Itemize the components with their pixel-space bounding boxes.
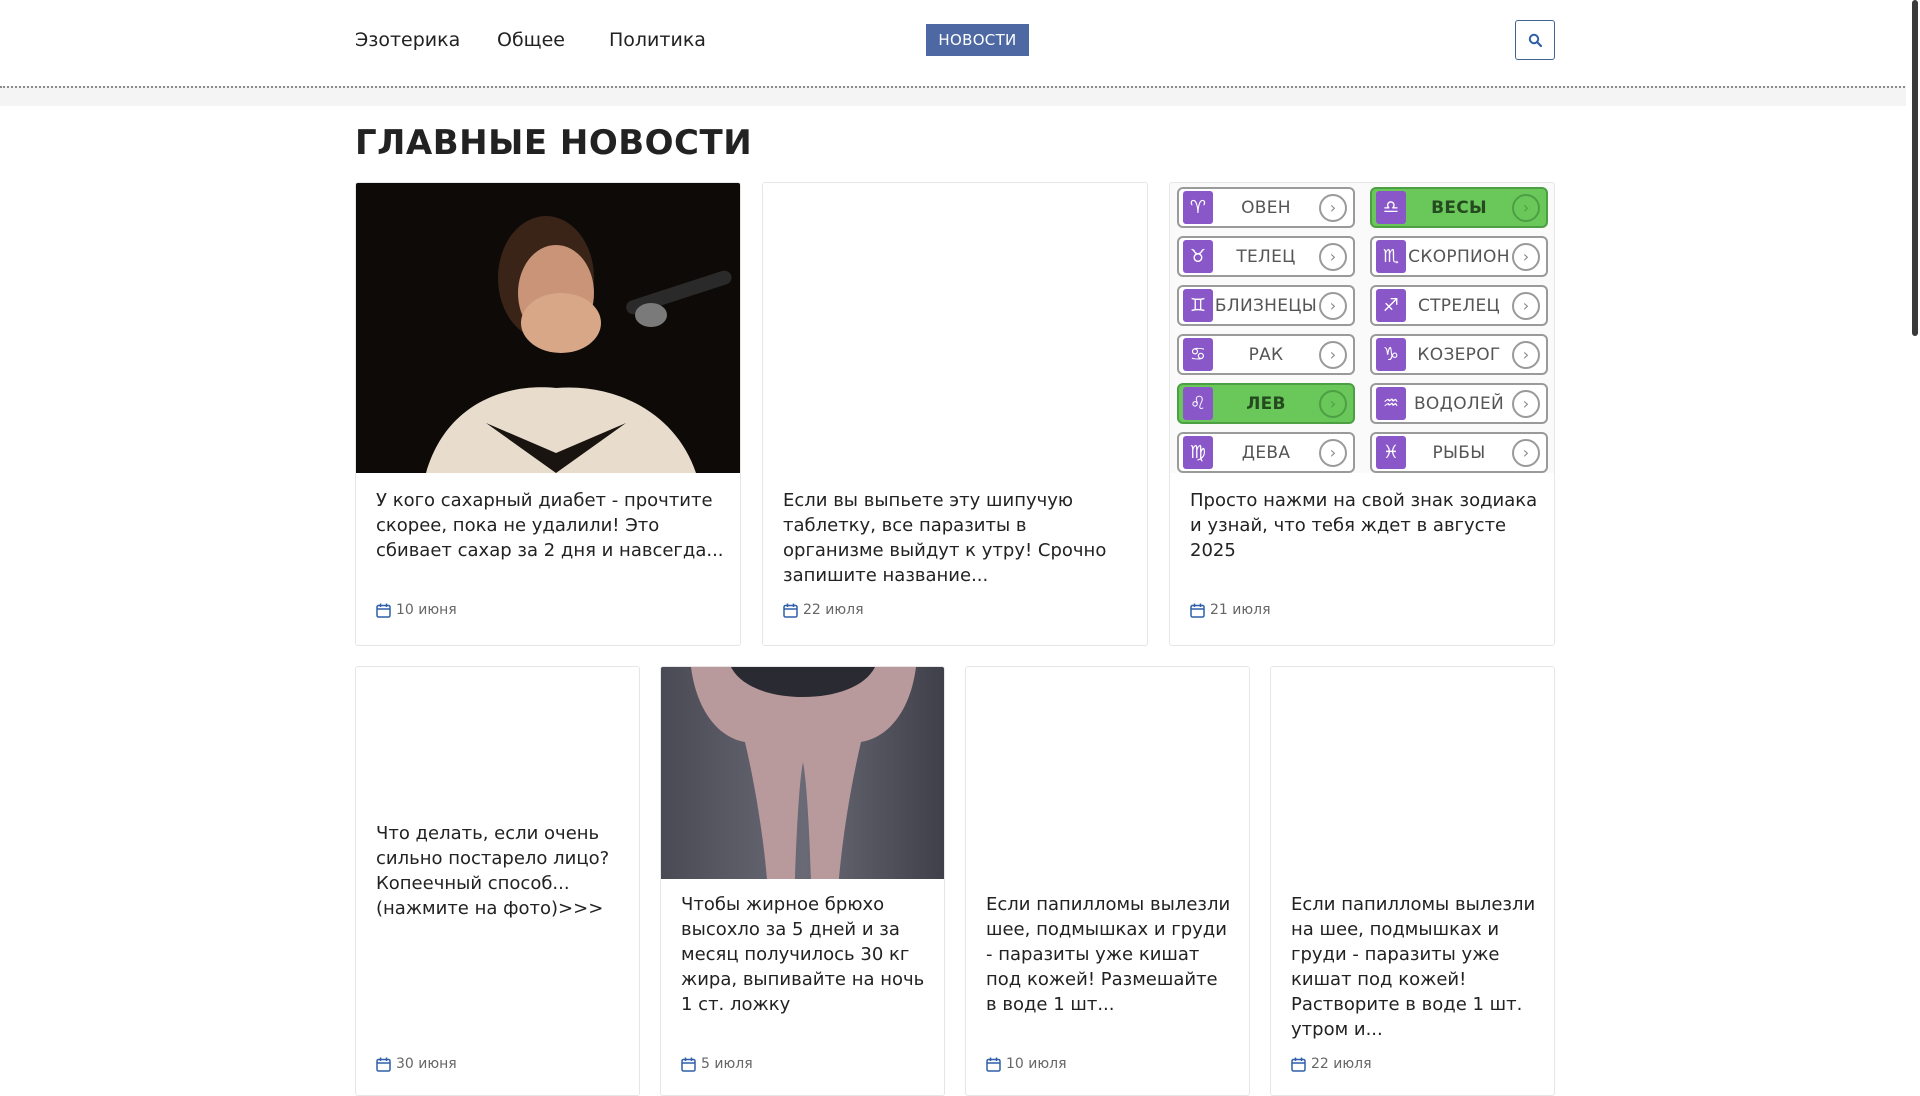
nav-news-badge[interactable]: НОВОСТИ (926, 24, 1029, 56)
aquarius-icon: ♒ (1376, 387, 1406, 420)
nav-item-esoterics[interactable]: Эзотерика (355, 29, 460, 51)
zodiac-pisces: ♓ РЫБЫ › (1370, 432, 1548, 473)
section-title: ГЛАВНЫЕ НОВОСТИ (355, 123, 753, 163)
card-image-woman[interactable] (356, 183, 740, 473)
calendar-icon (376, 603, 391, 618)
chevron-right-icon: › (1512, 291, 1540, 320)
cancer-icon: ♋ (1183, 338, 1213, 371)
card-title[interactable]: Чтобы жирное брюхо высохло за 5 дней и з… (681, 892, 928, 1017)
card-date-text: 10 июня (396, 602, 457, 618)
card-title[interactable]: Если папилломы вылезли шее, подмышках и … (986, 892, 1233, 1017)
news-card[interactable]: ♈ ОВЕН › ♉ ТЕЛЕЦ › ♊ БЛИЗНЕЦЫ › ♋ РАК › ♌ ЛЕВ › ♍ Д… (1169, 182, 1555, 646)
chevron-right-icon: › (1319, 438, 1347, 467)
zodiac-sagittarius: ♐ СТРЕЛЕЦ › (1370, 285, 1548, 326)
pisces-icon: ♓ (1376, 436, 1406, 469)
card-date-text: 5 июля (701, 1056, 753, 1072)
calendar-icon (681, 1057, 696, 1072)
zodiac-label: ЛЕВ (1246, 393, 1286, 414)
search-button[interactable] (1515, 20, 1555, 60)
aries-icon: ♈ (1183, 191, 1213, 224)
zodiac-label: РАК (1248, 344, 1284, 365)
zodiac-label: СКОРПИОН (1408, 246, 1510, 267)
zodiac-label: ВОДОЛЕЙ (1413, 393, 1505, 414)
card-date: 22 июля (783, 602, 864, 618)
card-date-text: 10 июля (1006, 1056, 1067, 1072)
card-title[interactable]: Что делать, если очень сильно постарело … (376, 821, 623, 921)
chevron-right-icon: › (1319, 291, 1347, 320)
zodiac-taurus: ♉ ТЕЛЕЦ › (1177, 236, 1355, 277)
card-image-placeholder[interactable] (763, 183, 1147, 473)
chevron-right-icon: › (1319, 340, 1347, 369)
zodiac-cancer: ♋ РАК › (1177, 334, 1355, 375)
libra-icon: ♎ (1376, 191, 1406, 224)
zodiac-leo: ♌ ЛЕВ › (1177, 383, 1355, 424)
zodiac-label: ТЕЛЕЦ (1236, 246, 1296, 267)
card-date: 21 июля (1190, 602, 1271, 618)
card-image-legs[interactable] (661, 667, 944, 879)
card-date-text: 22 июля (803, 602, 864, 618)
card-date-text: 22 июля (1311, 1056, 1372, 1072)
nav-item-politics[interactable]: Политика (609, 29, 706, 51)
news-card[interactable]: Если папилломы вылезли на шее, подмышках… (1270, 666, 1555, 1096)
chevron-right-icon: › (1319, 193, 1347, 222)
zodiac-label: БЛИЗНЕЦЫ (1214, 295, 1318, 316)
chevron-right-icon: › (1512, 193, 1540, 222)
page-scrollbar[interactable] (1906, 0, 1920, 1080)
zodiac-libra: ♎ ВЕСЫ › (1370, 187, 1548, 228)
zodiac-capricorn: ♑ КОЗЕРОГ › (1370, 334, 1548, 375)
news-card[interactable]: Если вы выпьете эту шипучую таблетку, вс… (762, 182, 1148, 646)
card-date: 22 июля (1291, 1056, 1372, 1072)
card-date: 10 июня (376, 602, 457, 618)
zodiac-gemini: ♊ БЛИЗНЕЦЫ › (1177, 285, 1355, 326)
zodiac-scorpio: ♏ СКОРПИОН › (1370, 236, 1548, 277)
news-card[interactable]: У кого сахарный диабет - прочтите скорее… (355, 182, 741, 646)
leo-icon: ♌ (1183, 387, 1213, 420)
chevron-right-icon: › (1512, 340, 1540, 369)
chevron-right-icon: › (1512, 242, 1540, 271)
card-title[interactable]: Если вы выпьете эту шипучую таблетку, вс… (783, 488, 1131, 588)
gemini-icon: ♊ (1183, 289, 1213, 322)
scrollbar-thumb[interactable] (1912, 0, 1918, 336)
news-card[interactable]: Чтобы жирное брюхо высохло за 5 дней и з… (660, 666, 945, 1096)
zodiac-label: ОВЕН (1241, 197, 1291, 218)
zodiac-aquarius: ♒ ВОДОЛЕЙ › (1370, 383, 1548, 424)
calendar-icon (376, 1057, 391, 1072)
card-title[interactable]: Если папилломы вылезли на шее, подмышках… (1291, 892, 1538, 1042)
calendar-icon (986, 1057, 1001, 1072)
zodiac-label: КОЗЕРОГ (1417, 344, 1501, 365)
calendar-icon (1291, 1057, 1306, 1072)
sagittarius-icon: ♐ (1376, 289, 1406, 322)
zodiac-virgo: ♍ ДЕВА › (1177, 432, 1355, 473)
zodiac-label: РЫБЫ (1432, 442, 1486, 463)
scorpio-icon: ♏ (1376, 240, 1406, 273)
chevron-right-icon: › (1319, 389, 1347, 418)
card-date-text: 30 июня (396, 1056, 457, 1072)
zodiac-aries: ♈ ОВЕН › (1177, 187, 1355, 228)
nav-item-general[interactable]: Общее (497, 29, 565, 51)
news-card[interactable]: Если папилломы вылезли шее, подмышках и … (965, 666, 1250, 1096)
card-title[interactable]: У кого сахарный диабет - прочтите скорее… (376, 488, 724, 563)
virgo-icon: ♍ (1183, 436, 1213, 469)
site-header: Эзотерика Общее Политика НОВОСТИ (0, 0, 1920, 106)
search-icon (1528, 33, 1542, 47)
zodiac-label: СТРЕЛЕЦ (1417, 295, 1501, 316)
chevron-right-icon: › (1512, 389, 1540, 418)
capricorn-icon: ♑ (1376, 338, 1406, 371)
chevron-right-icon: › (1512, 438, 1540, 467)
zodiac-label: ДЕВА (1241, 442, 1291, 463)
card-date-text: 21 июля (1210, 602, 1271, 618)
zodiac-label: ВЕСЫ (1431, 197, 1487, 218)
calendar-icon (1190, 603, 1205, 618)
card-date: 10 июля (986, 1056, 1067, 1072)
card-date: 30 июня (376, 1056, 457, 1072)
header-divider (0, 86, 1920, 106)
zodiac-grid-image[interactable]: ♈ ОВЕН › ♉ ТЕЛЕЦ › ♊ БЛИЗНЕЦЫ › ♋ РАК › ♌ ЛЕВ › ♍ Д… (1170, 183, 1554, 473)
calendar-icon (783, 603, 798, 618)
taurus-icon: ♉ (1183, 240, 1213, 273)
chevron-right-icon: › (1319, 242, 1347, 271)
card-date: 5 июля (681, 1056, 753, 1072)
card-title[interactable]: Просто нажми на свой знак зодиака и узна… (1190, 488, 1538, 563)
news-card[interactable]: Что делать, если очень сильно постарело … (355, 666, 640, 1096)
